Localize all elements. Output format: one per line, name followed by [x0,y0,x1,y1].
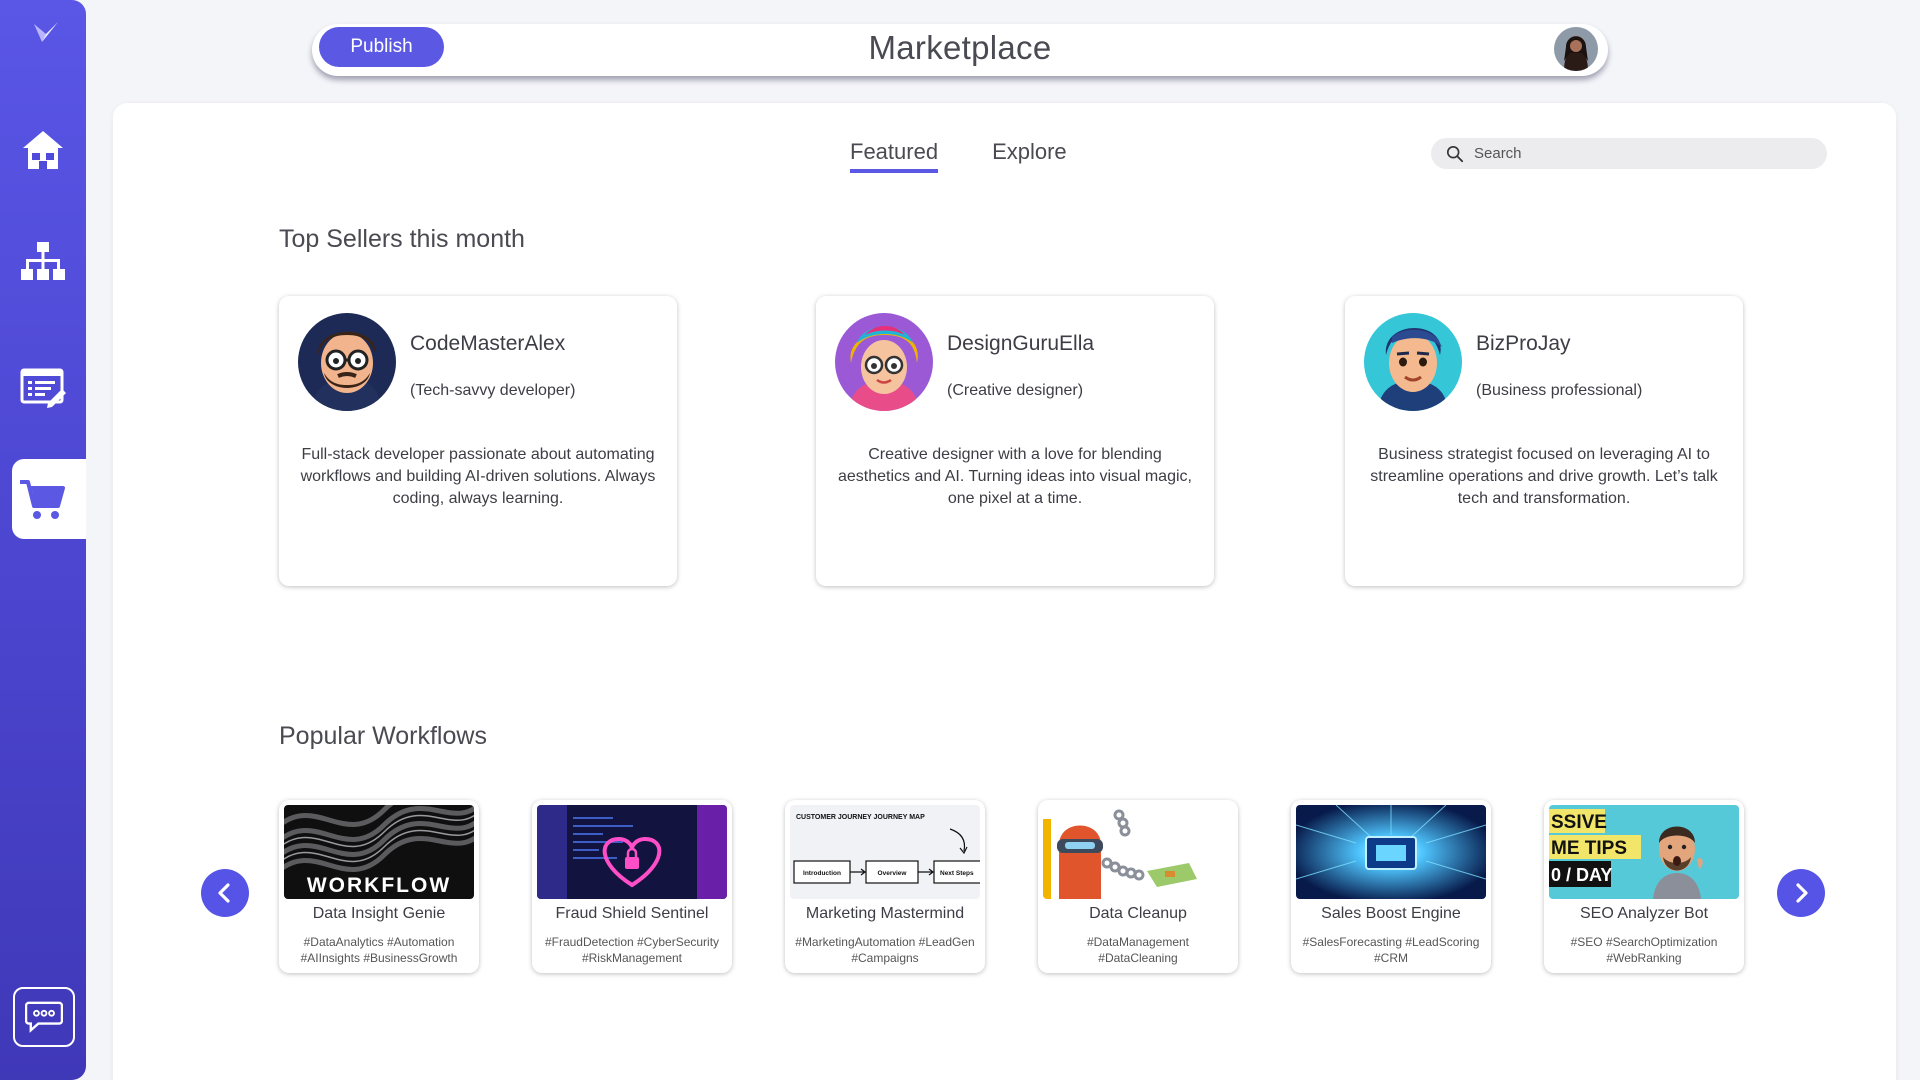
seller-description: Full-stack developer passionate about au… [300,446,656,507]
home-icon [23,131,63,169]
workflow-thumbnail: SSIVE ME TIPS 0 / DAY [1549,805,1739,899]
seller-avatar [298,313,396,411]
seller-name: BizProJay [1476,332,1571,355]
seller-avatar [1364,313,1462,411]
nav-marketplace[interactable] [12,459,86,539]
tab-featured[interactable]: Featured [850,139,939,173]
tab-explore[interactable]: Explore [992,139,1067,173]
thumbnail-text: WORKFLOW [307,874,451,897]
chat-button[interactable] [13,987,75,1047]
seller-card[interactable]: CodeMasterAlex (Tech-savvy developer) Fu… [279,296,677,586]
shopping-cart-icon [20,480,65,519]
nav-home[interactable] [0,110,86,190]
workflow-tags: #MarketingAutomation #LeadGen #Campaigns [795,935,975,965]
tab-bar: Featured Explore [850,139,1067,173]
workflow-title: Data Insight Genie [312,905,446,922]
workflow-title: Data Cleanup [1089,905,1187,922]
seller-avatar [835,313,933,411]
search-icon [1446,145,1464,162]
chevron-right-icon [1796,883,1808,903]
workflow-thumbnail [1043,805,1233,899]
workflow-card[interactable]: Fraud Shield Sentinel #FraudDetection #C… [532,800,732,973]
workflow-card[interactable]: Sales Boost Engine #SalesForecasting #Le… [1291,800,1491,973]
user-avatar[interactable] [1554,27,1598,71]
workflow-tags: #SalesForecasting #LeadScoring #CRM [1302,935,1480,965]
workflow-tags: #SEO #SearchOptimization #WebRanking [1570,935,1718,965]
sidebar [0,0,86,1080]
thumbnail-text: ME TIPS [1551,838,1627,859]
top-bar: Publish Marketplace [312,24,1608,76]
thumbnail-heading: CUSTOMER JOURNEY JOURNEY MAP [796,814,925,821]
workflow-thumbnail [537,805,727,899]
popular-workflows-heading: Popular Workflows [279,722,487,750]
seller-description: Business strategist focused on leveragin… [1370,446,1718,507]
thumbnail-step: Introduction [803,870,841,877]
workflow-card[interactable]: SSIVE ME TIPS 0 / DAY SEO Analyzer Bot #… [1544,800,1744,973]
seller-role: (Creative designer) [947,382,1084,399]
thumbnail-step: Overview [878,870,908,877]
brand-logo-icon[interactable] [31,18,61,48]
nav-editor[interactable] [0,348,86,428]
workflow-card[interactable]: CUSTOMER JOURNEY JOURNEY MAP Introductio… [785,800,985,973]
page-title: Marketplace [868,29,1052,66]
workflow-tags: #DataManagement #DataCleaning [1086,935,1190,965]
seller-card[interactable]: BizProJay (Business professional) Busine… [1345,296,1743,586]
search-box [1431,138,1827,169]
carousel-next-button[interactable] [1777,869,1825,917]
seller-card[interactable]: DesignGuruElla (Creative designer) Creat… [816,296,1214,586]
seller-name: DesignGuruElla [947,332,1095,355]
chat-bubble-icon [25,1001,63,1033]
seller-role: (Business professional) [1476,382,1643,399]
workflow-title: Fraud Shield Sentinel [555,905,709,922]
workflow-title: SEO Analyzer Bot [1579,905,1709,922]
workflow-thumbnail: CUSTOMER JOURNEY JOURNEY MAP Introductio… [790,805,980,899]
seller-name: CodeMasterAlex [410,332,566,355]
workflow-card[interactable]: Data Cleanup #DataManagement #DataCleani… [1038,800,1238,973]
seller-role: (Tech-savvy developer) [410,382,576,399]
workflow-thumbnail: WORKFLOW [284,805,474,899]
thumbnail-step: Next Steps [940,870,974,877]
main-panel: Featured Explore Top Sellers this month [113,103,1896,1080]
thumbnail-text: SSIVE [1551,812,1607,833]
chevron-left-icon [218,883,230,903]
hierarchy-icon [21,242,65,280]
workflow-card[interactable]: WORKFLOW Data Insight Genie #DataAnalyti… [279,800,479,973]
edit-document-icon [20,368,66,408]
top-sellers-heading: Top Sellers this month [279,225,525,253]
workflow-title: Sales Boost Engine [1321,905,1461,922]
search-input[interactable] [1474,145,1804,162]
seller-description: Creative designer with a love for blendi… [838,446,1192,507]
workflow-thumbnail [1296,805,1486,899]
workflow-tags: #DataAnalytics #Automation #AIInsights #… [300,935,458,965]
workflow-tags: #FraudDetection #CyberSecurity #RiskMana… [544,935,720,965]
workflow-title: Marketing Mastermind [805,905,965,922]
nav-workflows[interactable] [0,222,86,302]
carousel-prev-button[interactable] [201,869,249,917]
thumbnail-text: 0 / DAY [1551,865,1612,885]
